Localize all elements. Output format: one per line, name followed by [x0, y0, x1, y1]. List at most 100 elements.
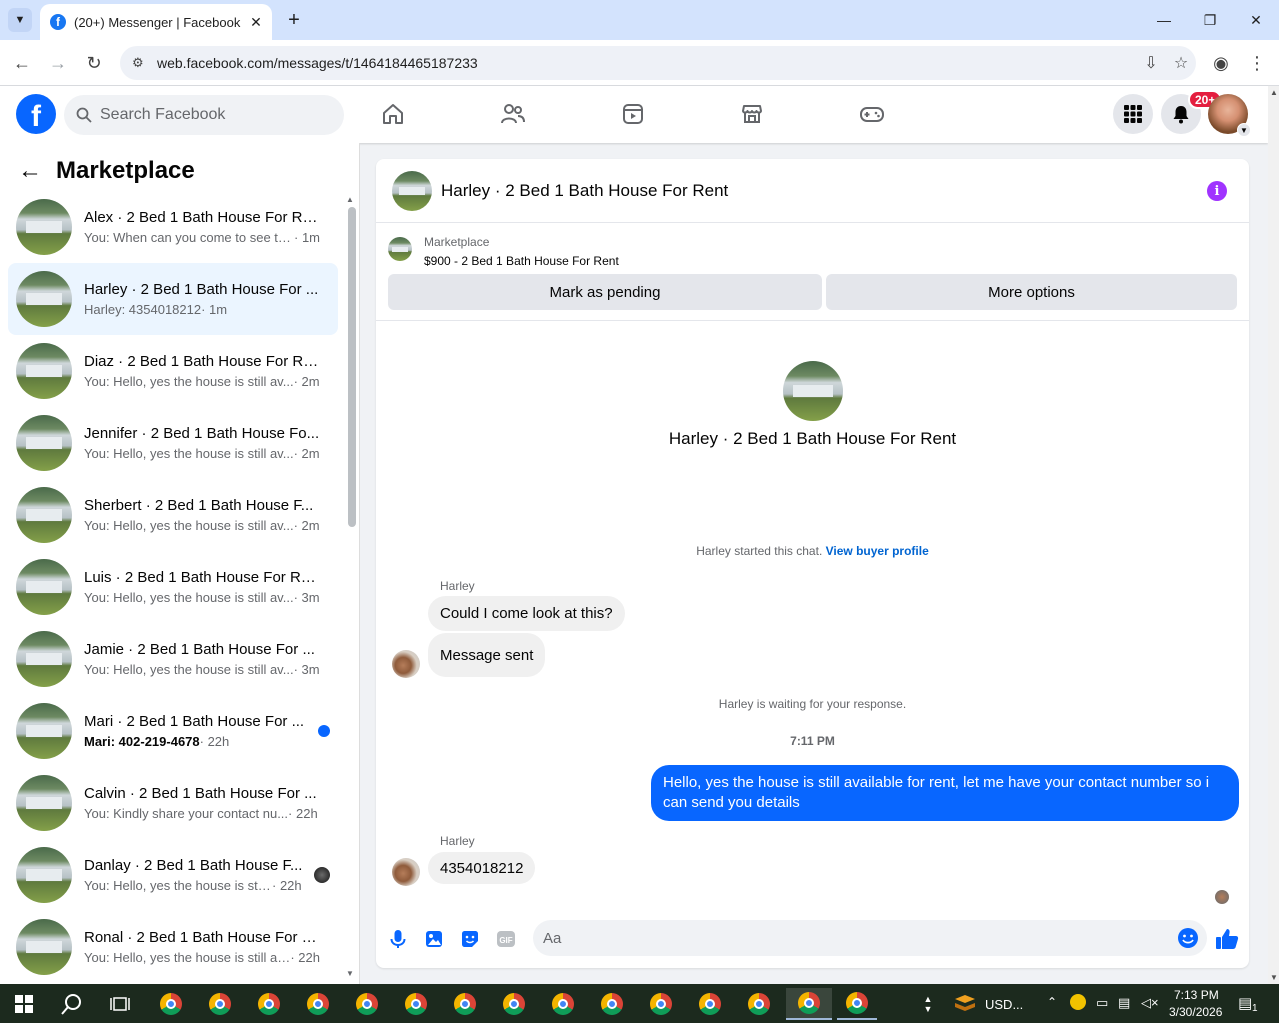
clock-time[interactable]: 7:13 PM — [1174, 988, 1219, 1002]
chrome-taskbar-icon[interactable] — [200, 988, 240, 1020]
chrome-taskbar-icon[interactable] — [151, 988, 191, 1020]
restore-icon[interactable]: ❐ — [1187, 0, 1233, 40]
chrome-taskbar-icon[interactable] — [690, 988, 730, 1020]
search-input[interactable] — [100, 106, 330, 124]
clock-date[interactable]: 3/30/2026 — [1169, 1005, 1222, 1019]
tab-search-chevron-icon[interactable]: ▼ — [8, 8, 32, 32]
url-text[interactable]: web.facebook.com/messages/t/146418446518… — [157, 55, 1136, 71]
conversation-item-active[interactable]: Harley · 2 Bed 1 Bath House For ... Harl… — [8, 263, 338, 335]
menu-grid-icon[interactable] — [1113, 94, 1153, 134]
page-scroll-down-icon[interactable]: ▼ — [1270, 973, 1278, 982]
gif-icon[interactable]: GIF — [495, 928, 517, 950]
weather-icon[interactable] — [946, 988, 984, 1020]
like-thumb-icon[interactable] — [1214, 926, 1240, 952]
site-info-icon[interactable]: ⚙ — [132, 55, 152, 71]
profile-icon[interactable]: ◉ — [1208, 50, 1234, 76]
conversation-item[interactable]: Sherbert · 2 Bed 1 Bath House F... You: … — [8, 479, 338, 551]
sticker-icon[interactable] — [459, 928, 481, 950]
video-icon[interactable] — [619, 100, 647, 128]
scroll-up-icon[interactable]: ▲ — [346, 195, 354, 204]
info-icon[interactable]: i — [1207, 181, 1227, 201]
microphone-icon[interactable] — [387, 928, 409, 950]
chat-listing-thumbnail[interactable] — [392, 170, 432, 211]
weather-text[interactable]: USD... — [985, 997, 1023, 1012]
conversation-item[interactable]: Luis · 2 Bed 1 Bath House For Rent You: … — [8, 551, 338, 623]
chrome-taskbar-icon-active[interactable] — [786, 988, 832, 1020]
taskbar-scroll-icon[interactable]: ▲ ▼ — [920, 988, 936, 1020]
listing-info[interactable]: Marketplace $900 - 2 Bed 1 Bath House Fo… — [388, 235, 619, 268]
chrome-taskbar-icon[interactable] — [347, 988, 387, 1020]
incoming-message[interactable]: 4354018212 — [428, 852, 536, 884]
conversation-item-unread[interactable]: Mari · 2 Bed 1 Bath House For ... Mari: … — [8, 695, 338, 767]
conversation-item[interactable]: Diaz · 2 Bed 1 Bath House For Re... You:… — [8, 335, 338, 407]
install-app-icon[interactable]: ⇩ — [1136, 53, 1166, 73]
account-avatar[interactable]: ▼ — [1208, 94, 1251, 137]
chrome-taskbar-icon[interactable] — [396, 988, 436, 1020]
volume-muted-icon[interactable]: ◁× — [1141, 995, 1159, 1011]
page-scroll-up-icon[interactable]: ▲ — [1270, 88, 1278, 97]
omnibox[interactable]: ⚙ web.facebook.com/messages/t/1464184465… — [120, 46, 1196, 80]
back-arrow-icon[interactable]: ← — [18, 157, 48, 185]
chat-title[interactable]: Harley · 2 Bed 1 Bath House For Rent — [441, 181, 728, 201]
chrome-taskbar-icon[interactable] — [298, 988, 338, 1020]
harley-avatar[interactable] — [392, 650, 420, 678]
conversation-item[interactable]: Ronal · 2 Bed 1 Bath House For R... You:… — [8, 911, 338, 983]
conversation-scrollbar[interactable]: ▲ ▼ — [346, 195, 356, 984]
view-buyer-profile-link[interactable]: View buyer profile — [826, 544, 929, 558]
tray-app-icon[interactable] — [1070, 994, 1086, 1010]
reload-icon[interactable]: ↻ — [81, 50, 107, 76]
chrome-taskbar-icon[interactable] — [494, 988, 534, 1020]
facebook-logo-icon[interactable]: f — [16, 94, 56, 134]
scroll-down-icon[interactable]: ▼ — [346, 969, 354, 978]
outgoing-message[interactable]: Hello, yes the house is still available … — [651, 765, 1239, 821]
tab-close-icon[interactable]: ✕ — [246, 12, 266, 32]
incoming-message[interactable]: Message sent — [428, 633, 546, 677]
chrome-taskbar-icon[interactable] — [739, 988, 779, 1020]
conversation-name: Ronal · 2 Bed 1 Bath House For R... — [84, 929, 320, 946]
listing-thumbnail — [16, 919, 72, 975]
friends-icon[interactable] — [499, 100, 527, 128]
more-options-button[interactable]: More options — [826, 274, 1237, 310]
notification-center-icon[interactable]: ▤ — [1238, 994, 1252, 1012]
conversation-item[interactable]: Jennifer · 2 Bed 1 Bath House Fo... You:… — [8, 407, 338, 479]
message-input-box[interactable] — [533, 920, 1207, 956]
chrome-taskbar-icon[interactable] — [543, 988, 583, 1020]
chrome-taskbar-icon[interactable] — [592, 988, 632, 1020]
conversation-item[interactable]: Jamie · 2 Bed 1 Bath House For ... You: … — [8, 623, 338, 695]
window-close-icon[interactable]: ✕ — [1233, 0, 1279, 40]
search-box[interactable] — [64, 95, 344, 135]
chrome-taskbar-icon[interactable] — [837, 988, 877, 1020]
gaming-icon[interactable] — [858, 100, 886, 128]
conversation-item[interactable]: Alex · 2 Bed 1 Bath House For Re... You:… — [8, 191, 338, 263]
chrome-taskbar-icon[interactable] — [641, 988, 681, 1020]
tray-device-icon[interactable]: ▭ — [1096, 995, 1108, 1011]
taskbar-search-icon[interactable] — [52, 988, 92, 1020]
bookmark-star-icon[interactable]: ☆ — [1166, 53, 1196, 73]
listing-price-title: $900 - 2 Bed 1 Bath House For Rent — [424, 254, 619, 268]
photo-icon[interactable] — [423, 928, 445, 950]
tray-overflow-icon[interactable]: ⌃ — [1047, 995, 1057, 1009]
emoji-icon[interactable] — [1177, 927, 1199, 949]
marketplace-icon[interactable] — [738, 100, 766, 128]
home-icon[interactable] — [379, 100, 407, 128]
minimize-icon[interactable]: — — [1141, 0, 1187, 40]
network-icon[interactable]: ▤ — [1118, 995, 1130, 1011]
page-scrollbar[interactable]: ▲ ▼ — [1268, 86, 1279, 984]
conversation-item[interactable]: Danlay · 2 Bed 1 Bath House F... You: He… — [8, 839, 338, 911]
scrollbar-thumb[interactable] — [348, 207, 356, 527]
conversation-item[interactable]: Calvin · 2 Bed 1 Bath House For ... You:… — [8, 767, 338, 839]
unread-dot-icon — [318, 725, 330, 737]
message-input[interactable] — [543, 929, 1143, 947]
browser-menu-icon[interactable]: ⋮ — [1244, 50, 1270, 76]
chrome-taskbar-icon[interactable] — [445, 988, 485, 1020]
browser-tab[interactable]: f (20+) Messenger | Facebook ✕ — [40, 4, 272, 40]
new-tab-plus-icon[interactable]: + — [282, 8, 306, 32]
forward-arrow-icon[interactable]: → — [45, 50, 71, 76]
task-view-icon[interactable] — [100, 988, 140, 1020]
mark-as-pending-button[interactable]: Mark as pending — [388, 274, 822, 310]
harley-avatar[interactable] — [392, 858, 420, 886]
windows-start-icon[interactable] — [4, 988, 44, 1020]
chrome-taskbar-icon[interactable] — [249, 988, 289, 1020]
back-arrow-icon[interactable]: ← — [9, 50, 35, 76]
incoming-message[interactable]: Could I come look at this? — [428, 596, 625, 631]
